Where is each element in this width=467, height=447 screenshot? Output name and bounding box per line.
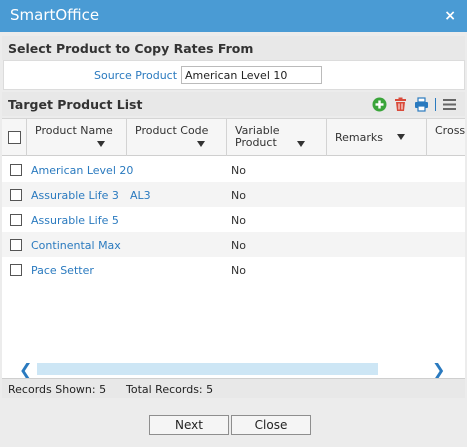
source-section-title: Select Product to Copy Rates From — [8, 41, 254, 56]
column-label: Cross — [435, 124, 465, 137]
filter-icon[interactable] — [197, 141, 205, 147]
product-name-link[interactable]: Assurable Life 3 — [31, 189, 119, 202]
select-all-cell — [2, 119, 27, 156]
column-header-cross[interactable]: Cross — [427, 119, 465, 156]
column-header-product-code[interactable]: Product Code — [127, 119, 227, 156]
row-checkbox[interactable] — [10, 164, 22, 176]
table-row[interactable]: Continental Max No — [2, 232, 465, 257]
filter-icon[interactable] — [97, 141, 105, 147]
scroll-right-icon[interactable]: ❯ — [432, 360, 445, 379]
window-titlebar: SmartOffice × — [0, 0, 467, 32]
product-name-link[interactable]: American Level 20 — [31, 164, 133, 177]
grid-header: Product Name Product Code Variable Produ… — [2, 119, 465, 156]
window-title: SmartOffice — [10, 6, 100, 24]
scrollbar-thumb[interactable] — [37, 363, 378, 375]
target-section-header: Target Product List — [2, 92, 465, 116]
product-name-link[interactable]: Pace Setter — [31, 264, 94, 277]
next-button[interactable]: Next — [149, 415, 229, 435]
source-product-input[interactable] — [181, 66, 322, 84]
target-product-grid: Product Name Product Code Variable Produ… — [2, 118, 465, 360]
column-label: Product Name — [35, 124, 113, 137]
filter-icon[interactable] — [297, 141, 305, 147]
column-label: Remarks — [335, 131, 383, 144]
delete-icon[interactable] — [393, 97, 408, 112]
product-code: AL3 — [130, 189, 151, 202]
horizontal-scrollbar[interactable]: ❮ ❯ — [2, 360, 465, 379]
product-name-link[interactable]: Assurable Life 5 — [31, 214, 119, 227]
column-header-product-name[interactable]: Product Name — [27, 119, 127, 156]
print-icon[interactable] — [414, 96, 429, 112]
variable-product: No — [231, 189, 246, 202]
close-button[interactable]: Close — [231, 415, 311, 435]
column-label: Variable Product — [235, 124, 280, 149]
toolbar-divider — [435, 97, 436, 111]
row-checkbox[interactable] — [10, 264, 22, 276]
add-icon[interactable] — [372, 97, 387, 112]
filter-icon[interactable] — [397, 134, 405, 140]
total-records: Total Records: 5 — [126, 383, 214, 396]
source-product-panel: Source Product — [3, 60, 465, 90]
row-checkbox[interactable] — [10, 214, 22, 226]
row-checkbox[interactable] — [10, 189, 22, 201]
records-shown: Records Shown: 5 — [8, 383, 107, 396]
variable-product: No — [231, 164, 246, 177]
table-row[interactable]: Assurable Life 5 No — [2, 207, 465, 232]
close-icon[interactable]: × — [444, 8, 456, 24]
table-row[interactable]: Pace Setter No — [2, 257, 465, 282]
column-header-remarks[interactable]: Remarks — [327, 119, 427, 156]
column-header-variable-product[interactable]: Variable Product — [227, 119, 327, 156]
table-row[interactable]: Assurable Life 3 AL3 No — [2, 182, 465, 207]
select-all-checkbox[interactable] — [8, 131, 21, 144]
variable-product: No — [231, 214, 246, 227]
column-label: Product Code — [135, 124, 209, 137]
grid-status-bar: Records Shown: 5 Total Records: 5 — [2, 378, 465, 398]
scroll-left-icon[interactable]: ❮ — [19, 360, 32, 379]
target-section-title: Target Product List — [8, 97, 143, 112]
source-product-label: Source Product — [94, 69, 178, 82]
grid-toolbar — [372, 96, 457, 112]
variable-product: No — [231, 264, 246, 277]
columns-menu-icon[interactable] — [442, 97, 457, 112]
table-row[interactable]: American Level 20 No — [2, 157, 465, 182]
row-checkbox[interactable] — [10, 239, 22, 251]
variable-product: No — [231, 239, 246, 252]
source-section-header: Select Product to Copy Rates From — [2, 36, 465, 60]
product-name-link[interactable]: Continental Max — [31, 239, 121, 252]
